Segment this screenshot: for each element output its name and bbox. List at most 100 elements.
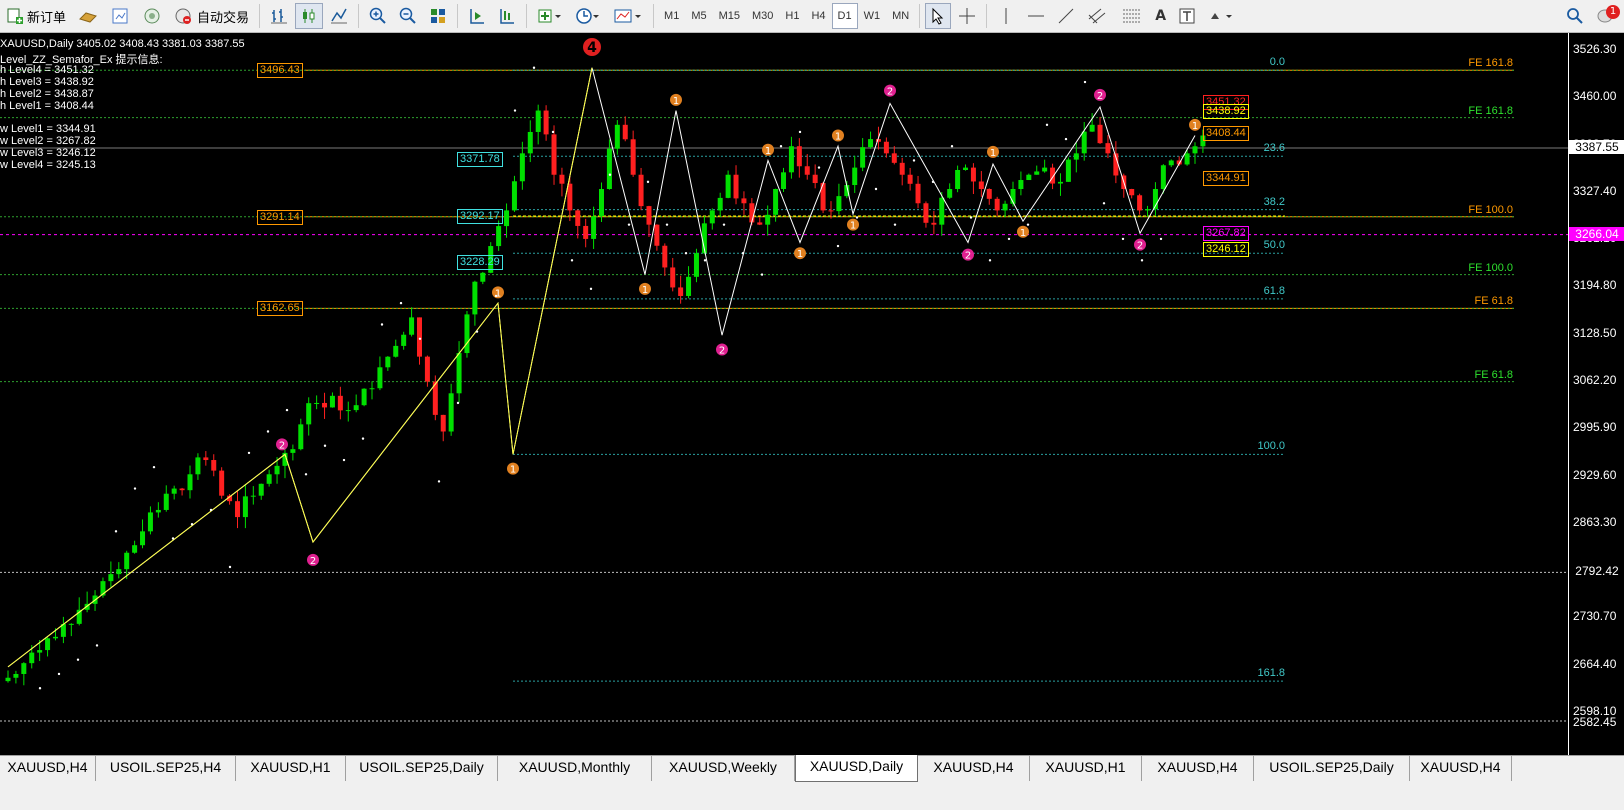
sar-dot <box>133 487 137 490</box>
y-axis-label: 3526.30 <box>1573 42 1617 56</box>
candle-body <box>749 203 755 223</box>
templates-button[interactable] <box>608 3 648 29</box>
text-label-button[interactable] <box>1173 3 1201 29</box>
timeframe-m5-button[interactable]: M5 <box>685 3 712 29</box>
candle-body <box>1057 181 1063 184</box>
sar-dot <box>456 401 460 405</box>
new-order-button[interactable]: 新订单 <box>1 3 71 29</box>
trendline-button[interactable] <box>1052 3 1080 29</box>
candle-body <box>583 225 589 239</box>
text-button[interactable]: A <box>1150 3 1171 29</box>
fib-label: 23.6 <box>1263 142 1285 155</box>
chart-tab[interactable]: XAUUSD,H1 <box>236 756 346 781</box>
fibonacci-button[interactable] <box>1116 3 1148 29</box>
chart-tab[interactable]: XAUUSD,Monthly <box>498 756 652 781</box>
candle-body <box>171 488 177 494</box>
candle-body <box>456 353 462 394</box>
chart-tab[interactable]: XAUUSD,H4 <box>1142 756 1254 781</box>
candle-body <box>693 253 699 277</box>
chart-canvas[interactable]: 2 2 1 1 1 1 2 1 1 1 1 2 2 1 1 2 2 1 4 <box>0 33 1568 755</box>
candle-body <box>812 174 818 184</box>
indicators-icon <box>538 9 562 23</box>
sar-dot <box>722 223 726 226</box>
timeframe-d1-button[interactable]: D1 <box>831 3 858 29</box>
timeframe-w1-button[interactable]: W1 <box>858 3 887 29</box>
price-chart[interactable]: 2 2 1 1 1 1 2 1 1 1 1 2 2 1 1 2 2 1 4 XAUUSD,Daily 3405.02… <box>0 33 1568 780</box>
navigator-button[interactable] <box>137 3 167 29</box>
candle-body <box>915 183 921 204</box>
data-window-button[interactable] <box>105 3 135 29</box>
indicators-button[interactable] <box>532 3 568 29</box>
timeframe-h1-button[interactable]: H1 <box>779 3 805 29</box>
autoscroll-button[interactable] <box>463 3 491 29</box>
auto-trading-button[interactable]: 自动交易 <box>169 3 254 29</box>
right-price-box: 3438.92 <box>1203 104 1249 120</box>
candle-body <box>13 673 19 678</box>
candle-body <box>733 174 739 199</box>
magenta-price-tag: 3266.04 <box>1569 226 1624 241</box>
timeframe-mn-button[interactable]: MN <box>886 3 915 29</box>
gold-bar-button[interactable] <box>73 3 103 29</box>
timeframe-m15-button[interactable]: M15 <box>713 3 746 29</box>
chart-tab[interactable]: XAUUSD,Weekly <box>652 756 795 781</box>
zoom-in-button[interactable] <box>364 3 392 29</box>
chart-tab[interactable]: USOIL.SEP25,Daily <box>346 756 498 781</box>
chart-tab[interactable]: USOIL.SEP25,Daily <box>1254 756 1410 781</box>
line-chart-button[interactable] <box>325 3 353 29</box>
candle-body <box>385 356 391 368</box>
sar-dot <box>304 473 308 476</box>
toolbar-separator <box>919 4 921 28</box>
chart-tab[interactable]: XAUUSD,H4 <box>0 756 96 781</box>
sar-dot <box>760 273 764 276</box>
sar-dot <box>513 109 517 112</box>
right-price-box: 3408.44 <box>1203 126 1249 142</box>
candle-body <box>757 222 763 225</box>
chart-tab[interactable]: USOIL.SEP25,H4 <box>96 756 236 781</box>
y-axis-label: 2929.60 <box>1573 467 1617 482</box>
chat-button[interactable]: 1 <box>1591 3 1623 29</box>
candle-body <box>29 652 35 664</box>
candle-body <box>1129 189 1135 196</box>
timeframe-h4-button[interactable]: H4 <box>805 3 831 29</box>
candlestick-button[interactable] <box>295 3 324 29</box>
price-axis[interactable]: 3526.303460.003393.703327.403261.103194.… <box>1568 33 1624 755</box>
semafor-label: 2 <box>965 251 971 262</box>
tile-windows-button[interactable] <box>424 3 452 29</box>
periods-button[interactable] <box>570 3 606 29</box>
zigzag-line <box>7 67 1196 668</box>
chart-tab[interactable]: XAUUSD,H4 <box>918 756 1030 781</box>
cursor-button[interactable] <box>925 3 952 29</box>
toolbar-separator <box>259 4 261 28</box>
sar-dot <box>228 565 232 569</box>
candle-body <box>646 206 652 225</box>
arrows-button[interactable] <box>1203 3 1239 29</box>
crosshair-button[interactable] <box>953 3 981 29</box>
chart-tab[interactable]: XAUUSD,Daily <box>795 755 918 782</box>
equidistant-channel-button[interactable] <box>1082 3 1114 29</box>
timeframe-m30-button[interactable]: M30 <box>746 3 779 29</box>
sar-dot <box>950 145 954 148</box>
timeframe-m1-button[interactable]: M1 <box>658 3 685 29</box>
chart-tab[interactable]: XAUUSD,H1 <box>1030 756 1142 781</box>
sar-dot <box>646 180 650 184</box>
level-line-5: w Level1 = 3344.91 <box>0 123 96 135</box>
bar-chart-button[interactable] <box>265 3 293 29</box>
candle-body <box>963 167 969 170</box>
semafor-label: 1 <box>835 132 841 143</box>
channel-icon <box>1088 8 1106 24</box>
semafor-big-label: 4 <box>587 40 597 56</box>
sar-dot <box>1064 137 1068 141</box>
horizontal-line-button[interactable] <box>1022 3 1050 29</box>
candle-body <box>923 203 929 223</box>
y-axis-label: 3128.50 <box>1573 325 1617 340</box>
chart-shift-button[interactable] <box>493 3 521 29</box>
zoom-out-button[interactable] <box>394 3 422 29</box>
chart-shift-icon <box>500 9 515 24</box>
y-axis-label: 3062.20 <box>1573 373 1617 387</box>
candle-body <box>804 166 810 175</box>
chart-tab[interactable]: XAUUSD,H4 <box>1410 756 1512 781</box>
search-button[interactable] <box>1561 3 1589 29</box>
vertical-line-button[interactable] <box>992 3 1020 29</box>
globe-icon <box>144 8 160 24</box>
candle-body <box>211 460 217 471</box>
